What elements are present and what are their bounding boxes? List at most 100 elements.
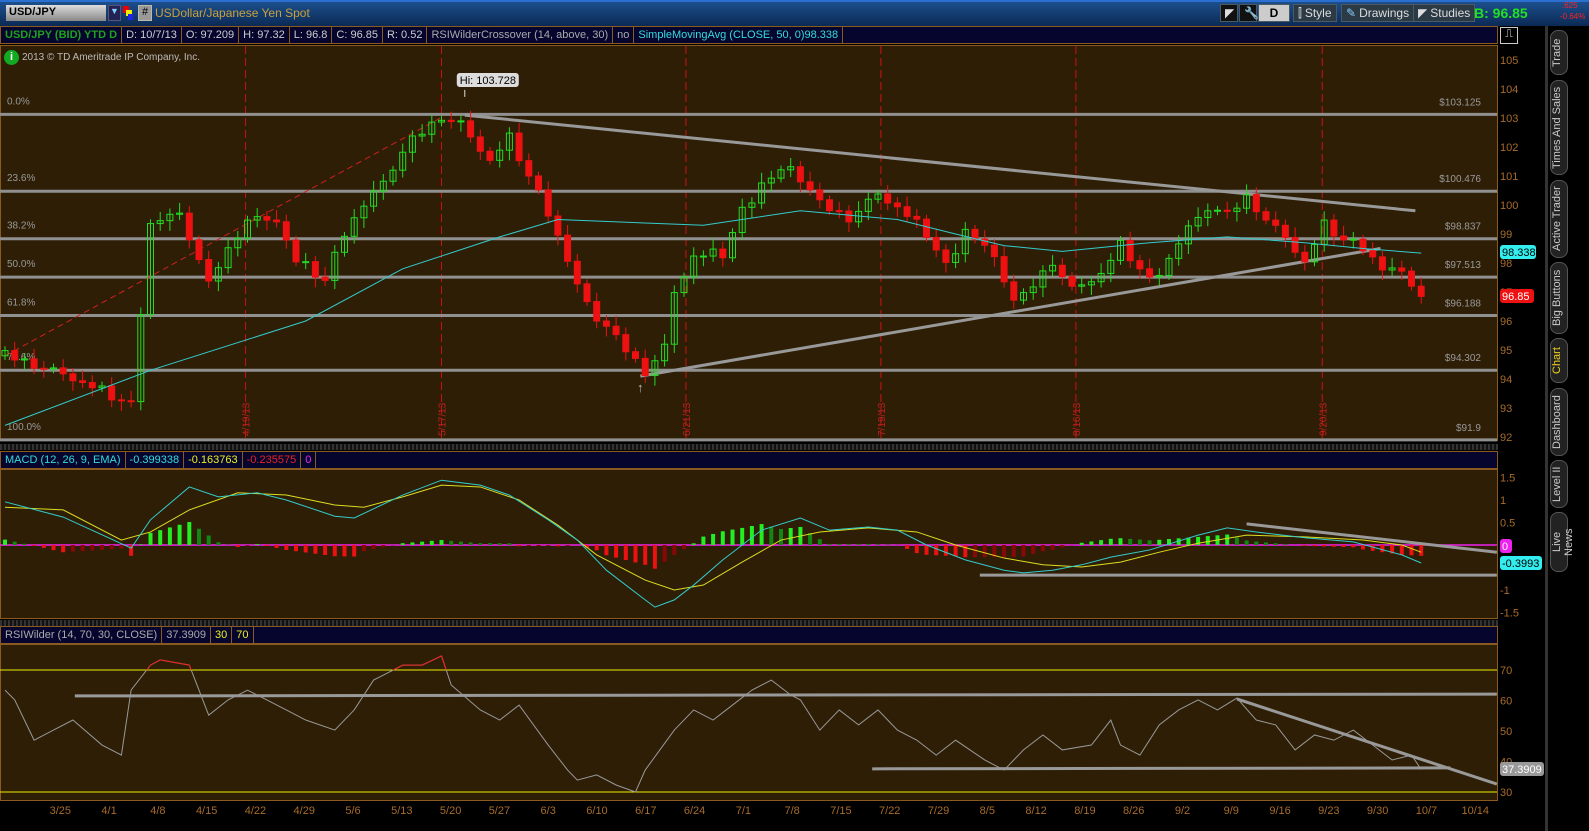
price-axis-tick: 99: [1500, 229, 1512, 241]
candle-body: [544, 189, 552, 217]
candle-body: [593, 301, 601, 322]
date-axis-label: 9/9: [1224, 805, 1239, 817]
macd-histogram-bar: [429, 540, 434, 545]
candle-body: [932, 236, 940, 251]
macd-histogram-bar: [51, 545, 56, 551]
candle-body: [641, 357, 649, 377]
macd-histogram-bar: [138, 544, 143, 545]
macd-histogram-bar: [1302, 545, 1307, 546]
macd-histogram-bar: [788, 528, 793, 545]
candle-body: [884, 193, 892, 204]
side-tab-dashboard[interactable]: Dashboard: [1550, 388, 1568, 456]
date-axis-label: 8/26: [1123, 805, 1144, 817]
rsi-trendline: [872, 766, 1451, 771]
date-axis-label: 5/27: [489, 805, 510, 817]
macd-histogram-bar: [1118, 538, 1123, 545]
candle-body: [554, 215, 562, 236]
candle-body: [1000, 256, 1008, 283]
candle-body: [1330, 219, 1338, 237]
macd-histogram-bar: [914, 545, 919, 554]
dashed-trendline: [4, 117, 441, 357]
macd-histogram-bar: [1002, 545, 1007, 558]
fib-price-label: $94.302: [1445, 353, 1482, 364]
side-tab-level-ii[interactable]: Level II: [1550, 460, 1568, 508]
candle-body: [1398, 267, 1406, 272]
macd-histogram-bar: [458, 541, 463, 545]
fib-pct-label: 23.6%: [7, 173, 35, 184]
candle-body: [1408, 270, 1415, 287]
candle-body: [292, 239, 300, 263]
candle-body: [719, 248, 727, 259]
candle-body: [583, 283, 591, 303]
macd-histogram-bar: [662, 545, 667, 562]
macd-histogram-bar: [1089, 541, 1094, 545]
candle-body: [806, 181, 814, 191]
price-axis-tick: 102: [1500, 142, 1518, 154]
macd-histogram-bar: [410, 542, 415, 545]
candle-body: [1301, 251, 1309, 263]
candle-body: [88, 381, 96, 389]
macd-histogram-bar: [245, 545, 250, 546]
side-tab-active-trader[interactable]: Active Trader: [1550, 180, 1568, 258]
rsi-badge: 37.3909: [1502, 764, 1542, 776]
macd-histogram-bar: [740, 527, 745, 545]
fib-price-label: $103.125: [1439, 97, 1481, 108]
candle-body: [311, 261, 319, 278]
macd-histogram-bar: [361, 545, 366, 552]
side-tab-times-and-sales[interactable]: Times And Sales: [1550, 80, 1568, 175]
macd-histogram-bar: [594, 545, 599, 551]
trendline: [464, 113, 1416, 213]
trendline: [640, 247, 1381, 378]
candle-body: [971, 228, 979, 240]
rsi-overbought-line: [146, 655, 447, 670]
date-axis-label: 9/23: [1318, 805, 1339, 817]
macd-histogram-bar: [70, 545, 75, 552]
date-axis-label: 9/30: [1367, 805, 1388, 817]
candle-body: [1058, 264, 1066, 278]
candle-body: [826, 199, 833, 212]
macd-histogram-bar: [643, 545, 648, 565]
macd-histogram-bar: [197, 528, 201, 545]
macd-histogram-bar: [652, 545, 657, 569]
side-tab-trade[interactable]: Trade: [1550, 30, 1568, 75]
candle-body: [486, 150, 494, 161]
candle-body: [30, 358, 38, 369]
month-marker-label: 7/19/13: [877, 402, 888, 436]
price-axis-tick: 100: [1500, 200, 1518, 212]
macd-histogram-bar: [3, 539, 7, 545]
macd-histogram-bar: [497, 543, 502, 545]
rsi-axis-tick: 70: [1500, 665, 1512, 677]
macd-histogram-bar: [1322, 545, 1327, 547]
fib-price-label: $97.513: [1445, 260, 1482, 271]
candle-body: [11, 350, 19, 361]
candle-body: [1340, 235, 1348, 241]
candle-body: [467, 120, 475, 138]
candle-body: [59, 367, 67, 375]
macd-histogram-bar: [769, 526, 774, 545]
macd-histogram-bar: [817, 539, 822, 545]
macd-histogram-bar: [1157, 539, 1162, 545]
candle-body: [457, 120, 465, 123]
macd-histogram-bar: [1361, 545, 1365, 550]
macd-histogram-bar: [1264, 542, 1268, 545]
macd-histogram-bar: [1409, 545, 1414, 556]
macd-histogram-bar: [1031, 545, 1036, 554]
macd-histogram-bar: [235, 545, 240, 548]
candle-body: [525, 160, 533, 177]
month-marker-label: 8/16/13: [1072, 402, 1083, 436]
side-tab-chart[interactable]: Chart: [1550, 338, 1568, 383]
macd-axis-tick: 0.5: [1500, 518, 1515, 530]
date-axis-label: 8/5: [980, 805, 995, 817]
macd-histogram-bar: [682, 545, 686, 550]
side-tab-live-news[interactable]: Live News: [1550, 512, 1575, 572]
macd-histogram-bar: [12, 541, 17, 545]
macd-histogram-bar: [158, 530, 163, 545]
chart-canvas[interactable]: 10510410310210110099989796959493924/19/1…: [0, 0, 1589, 831]
macd-histogram-bar: [846, 544, 851, 545]
macd-histogram-bar: [982, 545, 987, 558]
macd-histogram-bar: [1099, 540, 1104, 545]
candle-body: [1214, 209, 1221, 212]
side-tab-big-buttons[interactable]: Big Buttons: [1550, 262, 1568, 334]
macd-histogram-bar: [565, 545, 570, 546]
candle-body: [1417, 285, 1425, 297]
